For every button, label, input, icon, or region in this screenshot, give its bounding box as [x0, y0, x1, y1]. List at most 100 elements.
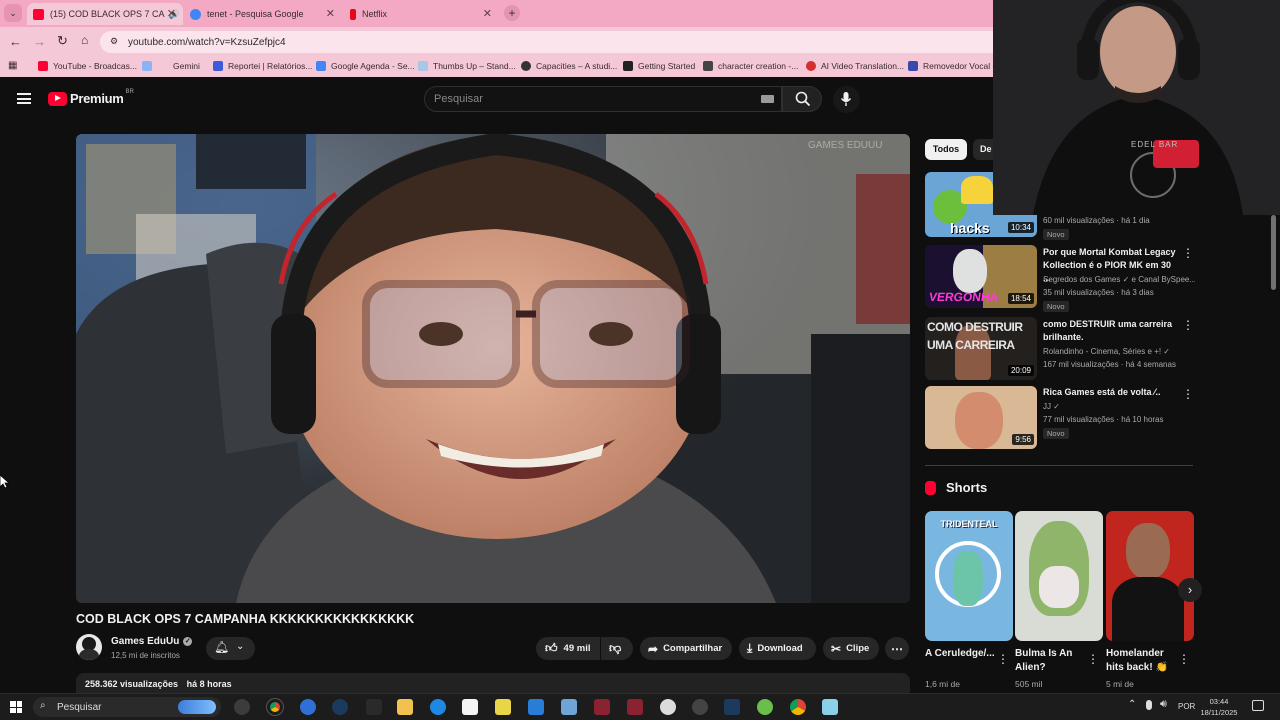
- close-tab-icon[interactable]: ✕: [167, 7, 176, 20]
- search-input[interactable]: Pesquisar: [424, 86, 782, 112]
- verified-icon: ✓: [183, 637, 193, 646]
- site-info-icon[interactable]: ⚙: [110, 36, 118, 47]
- short-title: Homelander hits back! 👏: [1106, 648, 1168, 673]
- app-icon[interactable]: [495, 699, 511, 715]
- bookmark[interactable]: Reportei | Relatórios...: [213, 61, 312, 71]
- shorts-next-button[interactable]: ›: [1178, 578, 1202, 602]
- app-icon[interactable]: [430, 699, 446, 715]
- volume-icon[interactable]: 🔊︎: [1160, 698, 1167, 711]
- back-icon[interactable]: ←: [9, 34, 22, 49]
- app-icon[interactable]: [300, 699, 316, 715]
- tab-netflix[interactable]: Netflix ✕: [344, 3, 499, 25]
- taskbar-search[interactable]: ⌕ Pesquisar: [33, 697, 221, 717]
- bookmark[interactable]: YouTube - Broadcas...: [38, 61, 137, 71]
- recommendation-card[interactable]: 9:56 Rica Games está de volta ⁄.. JJ ✓ 7…: [925, 386, 1195, 450]
- channel-avatar[interactable]: [76, 634, 102, 660]
- short-card[interactable]: Homelander hits back! 👏 5 mi de ⋮: [1106, 511, 1194, 691]
- chip-next[interactable]: De: [973, 139, 995, 160]
- share-button[interactable]: ➦ Compartilhar: [640, 637, 732, 660]
- voice-search-button[interactable]: [833, 86, 860, 113]
- chip-all[interactable]: Todos: [925, 139, 967, 160]
- video-title: COD BLACK OPS 7 CAMPANHA KKKKKKKKKKKKKKK…: [76, 612, 415, 626]
- clip-button[interactable]: ✂ Clipe: [823, 637, 879, 660]
- bookmark[interactable]: Capacities – A studi...: [521, 61, 617, 71]
- file-explorer-icon[interactable]: [397, 699, 413, 715]
- new-badge: Novo: [1043, 301, 1069, 312]
- app-icon[interactable]: [594, 699, 610, 715]
- home-icon[interactable]: ⌂: [81, 33, 88, 47]
- video-player[interactable]: GAMES EDUUU: [76, 134, 910, 603]
- more-vertical-icon[interactable]: ⋮: [1182, 388, 1194, 400]
- view-count: 258.362 visualizações: [85, 679, 179, 689]
- bookmarks-bar: ▦ YouTube - Broadcas... Gemini Reportei …: [0, 57, 993, 77]
- microphone-icon[interactable]: [1146, 700, 1152, 710]
- notification-icon[interactable]: [1252, 700, 1264, 711]
- channel-name[interactable]: Games EduUu ✓: [111, 636, 193, 647]
- notification-bell-button[interactable]: 🔔︎ ⌄: [206, 637, 255, 660]
- more-vertical-icon[interactable]: ⋮: [997, 653, 1009, 665]
- like-button[interactable]: 👍︎ 49 mil: [536, 637, 600, 660]
- search-button[interactable]: [782, 86, 822, 112]
- keyboard-icon[interactable]: [761, 95, 774, 103]
- language-indicator[interactable]: POR: [1178, 702, 1195, 711]
- youtube-logo[interactable]: Premium BR: [48, 89, 134, 106]
- reload-icon[interactable]: ↻: [57, 33, 68, 49]
- windows-start-icon[interactable]: [10, 701, 22, 713]
- vscode-icon[interactable]: [528, 699, 544, 715]
- more-vertical-icon[interactable]: ⋮: [1182, 247, 1194, 259]
- app-icon[interactable]: [822, 699, 838, 715]
- chevron-down-icon: ⌄: [236, 641, 245, 652]
- bookmark[interactable]: Thumbs Up – Stand...: [418, 61, 516, 71]
- chrome-icon[interactable]: [266, 698, 284, 716]
- app-icon[interactable]: [660, 699, 676, 715]
- bookmark[interactable]: Removedor Vocal e: [908, 61, 993, 71]
- steam-icon[interactable]: [332, 699, 348, 715]
- google-favicon-icon: [190, 8, 201, 20]
- bookmark[interactable]: Google Agenda - Se...: [316, 61, 415, 71]
- epic-games-icon[interactable]: [366, 699, 382, 715]
- recommendation-card[interactable]: COMO DESTRUIR UMA CARREIRA 20:09 como DE…: [925, 317, 1195, 383]
- more-vertical-icon[interactable]: ⋮: [1178, 653, 1190, 665]
- tab-google[interactable]: tenet - Pesquisa Google ✕: [184, 3, 342, 25]
- new-badge: Novo: [1043, 428, 1069, 439]
- character-icon: [703, 61, 713, 71]
- bookmark[interactable]: character creation -...: [703, 61, 798, 71]
- chrome-icon[interactable]: [790, 699, 806, 715]
- forward-icon[interactable]: →: [33, 34, 46, 49]
- bookmark[interactable]: Getting Started: [623, 61, 695, 71]
- video-watermark: GAMES EDUUU: [808, 140, 882, 151]
- recommendation-card[interactable]: VERGONHA 18:54 Por que Mortal Kombat Leg…: [925, 245, 1195, 313]
- tab-title: Netflix: [362, 9, 388, 19]
- page-scrollbar[interactable]: [1271, 215, 1276, 290]
- clock[interactable]: 03:44 18/11/2025: [1198, 696, 1240, 718]
- steam-icon[interactable]: [724, 699, 740, 715]
- url-text: youtube.com/watch?v=KzsuZefpjc4: [128, 36, 286, 48]
- apps-grid-icon[interactable]: ▦: [8, 60, 17, 71]
- tab-search-button[interactable]: ⌄: [4, 4, 22, 22]
- more-actions-button[interactable]: ⋯: [885, 637, 909, 660]
- download-button[interactable]: ⤓ Download: [739, 637, 816, 660]
- address-bar[interactable]: ⚙ youtube.com/watch?v=KzsuZefpjc4: [100, 31, 993, 53]
- short-card[interactable]: Bulma Is An Alien? 505 mil ⋮: [1015, 511, 1103, 691]
- tab-youtube[interactable]: (15) COD BLACK OPS 7 CA 🔊 ✕: [27, 3, 183, 25]
- more-vertical-icon[interactable]: ⋮: [1182, 319, 1194, 331]
- reportei-icon: [213, 61, 223, 71]
- more-vertical-icon[interactable]: ⋮: [1087, 653, 1099, 665]
- description-box[interactable]: 258.362 visualizações há 8 horas: [76, 673, 910, 693]
- app-icon[interactable]: [627, 699, 643, 715]
- menu-icon[interactable]: [17, 93, 31, 104]
- capcut-icon[interactable]: [462, 699, 478, 715]
- close-tab-icon[interactable]: ✕: [483, 7, 492, 20]
- dislike-button[interactable]: 👎︎: [601, 637, 633, 660]
- tray-chevron-icon[interactable]: ⌃: [1128, 699, 1136, 710]
- bookmark[interactable]: Gemini: [142, 61, 200, 71]
- app-icon[interactable]: [561, 699, 577, 715]
- short-card[interactable]: TRIDENTEAL A Ceruledge/... 1,6 mi de ⋮: [925, 511, 1013, 691]
- bookmark[interactable]: AI Video Translation...: [806, 61, 904, 71]
- app-icon[interactable]: [757, 699, 773, 715]
- app-icon[interactable]: [692, 699, 708, 715]
- close-tab-icon[interactable]: ✕: [326, 7, 335, 20]
- app-icon[interactable]: [234, 699, 250, 715]
- tab-strip: ⌄ (15) COD BLACK OPS 7 CA 🔊 ✕ tenet - Pe…: [0, 0, 993, 27]
- new-tab-button[interactable]: +: [504, 5, 520, 21]
